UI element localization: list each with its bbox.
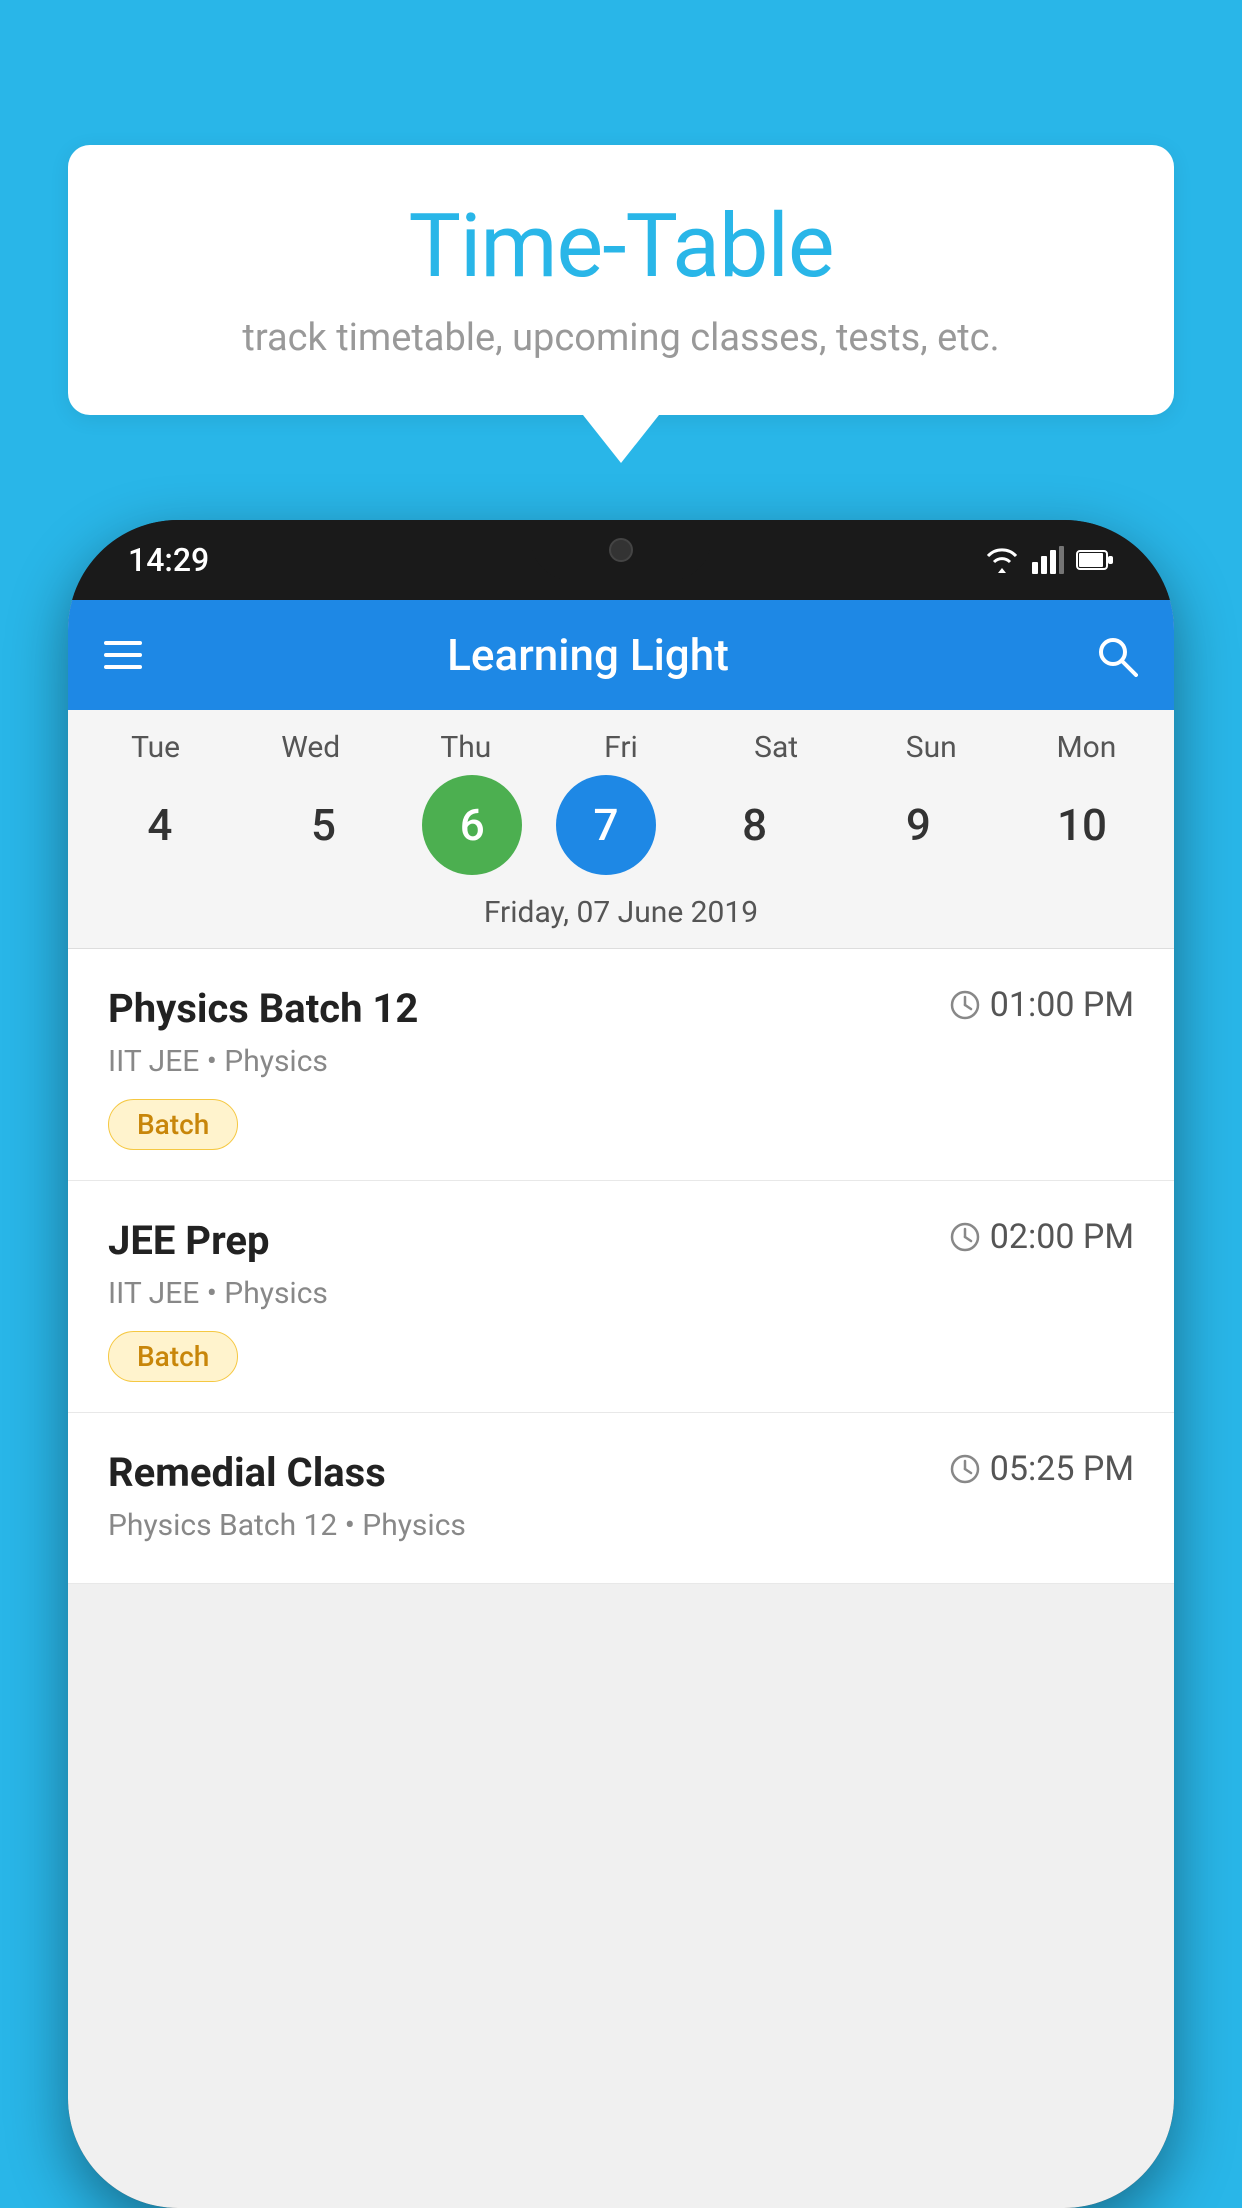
class-meta-2: IIT JEE • Physics [108,1276,1134,1311]
bubble-title: Time-Table [128,195,1114,298]
selected-date-label: Friday, 07 June 2019 [68,887,1174,949]
class-meta-1: IIT JEE • Physics [108,1044,1134,1079]
day-thu: Thu [401,730,531,765]
signal-icon [1032,546,1064,574]
clock-display: 14:29 [128,541,209,579]
calendar-strip: Tue Wed Thu Fri Sat Sun Mon 4 5 6 7 8 9 … [68,710,1174,949]
class-time-3: 05:25 PM [950,1449,1134,1489]
menu-icon[interactable] [104,641,142,669]
class-time-2: 02:00 PM [950,1217,1134,1257]
clock-icon-2 [950,1222,980,1252]
camera-dot [609,538,633,562]
app-title: Learning Light [172,629,1064,681]
class-item-header-3: Remedial Class 05:25 PM [108,1449,1134,1496]
speech-bubble-section: Time-Table track timetable, upcoming cla… [68,145,1174,463]
date-7-selected[interactable]: 7 [556,775,656,875]
day-sun: Sun [866,730,996,765]
class-name-2: JEE Prep [108,1217,269,1264]
day-fri: Fri [556,730,686,765]
app-toolbar: Learning Light [68,600,1174,710]
class-name-1: Physics Batch 12 [108,985,418,1032]
class-item-physics-batch[interactable]: Physics Batch 12 01:00 PM IIT JEE • Phys… [68,949,1174,1181]
date-9[interactable]: 9 [853,775,983,875]
date-5[interactable]: 5 [259,775,389,875]
class-item-remedial[interactable]: Remedial Class 05:25 PM Physics Batch 12… [68,1413,1174,1584]
class-meta-3: Physics Batch 12 • Physics [108,1508,1134,1543]
batch-badge-2: Batch [108,1331,238,1382]
date-10[interactable]: 10 [1017,775,1147,875]
class-name-3: Remedial Class [108,1449,386,1496]
bubble-subtitle: track timetable, upcoming classes, tests… [128,316,1114,360]
batch-badge-1: Batch [108,1099,238,1150]
app-screen: Learning Light Tue Wed Thu Fri Sat Sun M… [68,600,1174,2208]
wifi-icon [984,546,1020,574]
clock-icon-1 [950,990,980,1020]
speech-bubble-card: Time-Table track timetable, upcoming cla… [68,145,1174,415]
day-wed: Wed [246,730,376,765]
phone-notch [531,520,711,580]
bubble-pointer [583,415,659,463]
day-sat: Sat [711,730,841,765]
days-header: Tue Wed Thu Fri Sat Sun Mon [68,730,1174,775]
date-6-today[interactable]: 6 [422,775,522,875]
battery-icon [1076,549,1114,571]
day-mon: Mon [1021,730,1151,765]
day-tue: Tue [91,730,221,765]
status-icons [984,546,1114,574]
date-4[interactable]: 4 [95,775,225,875]
classes-list: Physics Batch 12 01:00 PM IIT JEE • Phys… [68,949,1174,1584]
date-8[interactable]: 8 [690,775,820,875]
search-icon[interactable] [1094,633,1138,677]
class-item-jee-prep[interactable]: JEE Prep 02:00 PM IIT JEE • Physics Batc… [68,1181,1174,1413]
clock-icon-3 [950,1454,980,1484]
status-bar: 14:29 [68,520,1174,600]
class-item-header: Physics Batch 12 01:00 PM [108,985,1134,1032]
dates-row: 4 5 6 7 8 9 10 [68,775,1174,887]
class-item-header-2: JEE Prep 02:00 PM [108,1217,1134,1264]
phone-frame: 14:29 [68,520,1174,2208]
class-time-1: 01:00 PM [950,985,1134,1025]
